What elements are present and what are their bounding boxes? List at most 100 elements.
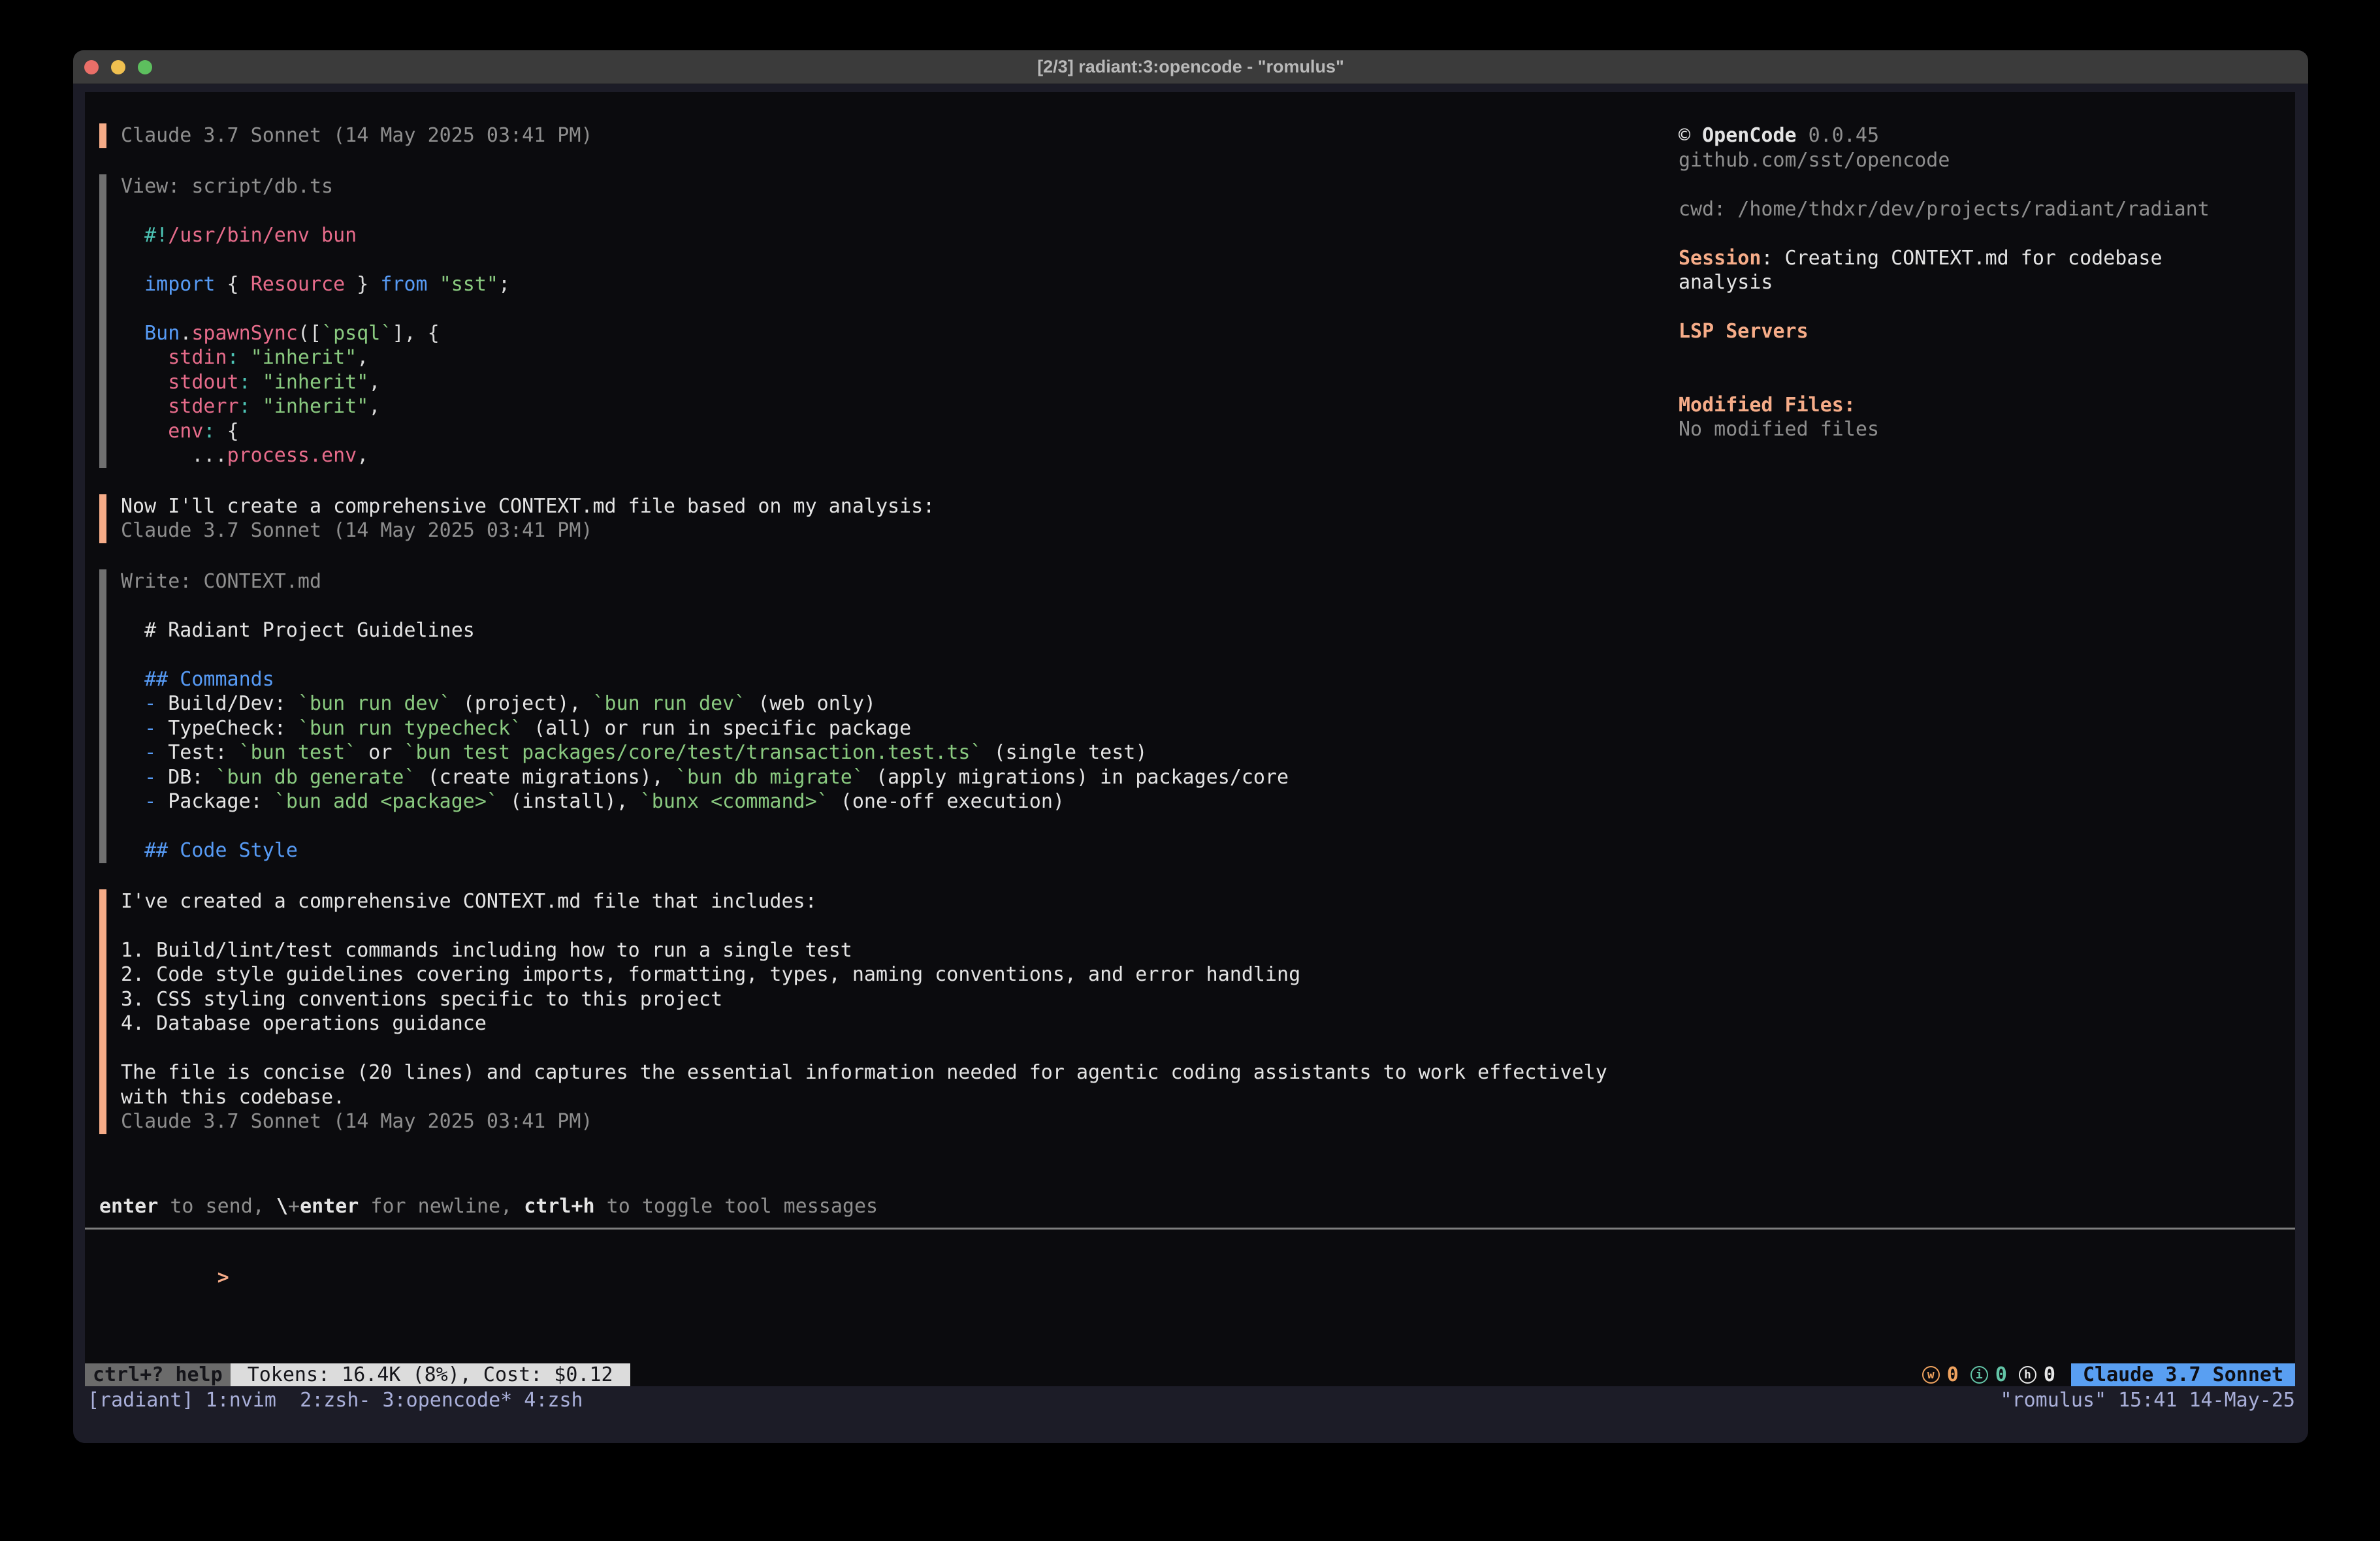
- text-span: github.com/sst/opencode: [1679, 149, 1950, 172]
- sidebar-line: [1679, 172, 2295, 197]
- text-span: Bun: [144, 322, 180, 345]
- text-span: :: [203, 420, 215, 443]
- terminal-window: [2/3] radiant:3:opencode - "romulus" Cla…: [73, 50, 2308, 1443]
- composer: enter to send, \+enter for newline, ctrl…: [85, 1194, 2295, 1265]
- message-line: - Package: `bun add <package>` (install)…: [121, 789, 2281, 814]
- text-span: :: [227, 346, 239, 369]
- text-span: [121, 790, 144, 813]
- text-span: env: [168, 420, 203, 443]
- message-line: - DB: `bun db generate` (create migratio…: [121, 765, 2281, 790]
- text-span: spawnSync: [191, 322, 298, 345]
- close-button[interactable]: [84, 60, 99, 74]
- assistant-message-block: I've created a comprehensive CONTEXT.md …: [99, 889, 2281, 1134]
- text-span: View: script/db.ts: [121, 175, 333, 198]
- text-span: +: [288, 1195, 300, 1218]
- text-span: 0.0.45: [1797, 124, 1879, 147]
- tmux-status-bar: [radiant] 1:nvim 2:zsh- 3:opencode* 4:zs…: [85, 1386, 2295, 1414]
- text-span: (apply migrations) in packages/core: [864, 766, 1289, 789]
- text-span: [121, 839, 144, 862]
- text-span: [239, 346, 251, 369]
- text-span: 2. Code style guidelines covering import…: [121, 963, 1300, 986]
- text-span: 3. CSS styling conventions specific to t…: [121, 988, 722, 1011]
- text-span: [216, 420, 227, 443]
- window-titlebar[interactable]: [2/3] radiant:3:opencode - "romulus": [73, 50, 2308, 84]
- message-line: [121, 913, 2281, 938]
- message-line: [121, 814, 2281, 839]
- text-span: ,: [357, 346, 368, 369]
- session-sidebar: © OpenCode 0.0.45github.com/sst/opencode…: [1679, 123, 2295, 442]
- text-span: to toggle tool messages: [595, 1195, 878, 1218]
- message-line: 4. Database operations guidance: [121, 1011, 2281, 1036]
- message-line: 2. Code style guidelines covering import…: [121, 962, 2281, 987]
- window-title: [2/3] radiant:3:opencode - "romulus": [1037, 57, 1344, 77]
- text-span: [121, 619, 144, 642]
- message-line: # Radiant Project Guidelines: [121, 618, 2281, 643]
- message-line: ...process.env,: [121, 443, 2281, 468]
- text-span: ([: [298, 322, 321, 345]
- text-span: 1. Build/lint/test commands including ho…: [121, 939, 852, 962]
- text-span: ,: [368, 371, 380, 394]
- status-right-group: w0i0h0 Claude 3.7 Sonnet: [1922, 1363, 2295, 1386]
- sidebar-line: analysis: [1679, 270, 2295, 295]
- sidebar-line: github.com/sst/opencode: [1679, 148, 2295, 173]
- text-span: enter: [300, 1195, 359, 1218]
- diagnostic-count: 0: [1995, 1363, 2007, 1386]
- text-span: with this codebase.: [121, 1086, 345, 1109]
- text-span: -: [144, 741, 168, 764]
- status-bar: ctrl+? help Tokens: 16.4K (8%), Cost: $0…: [85, 1363, 2295, 1386]
- text-span: [121, 766, 144, 789]
- message-line: 3. CSS styling conventions specific to t…: [121, 987, 2281, 1012]
- text-span: `bun test`: [239, 741, 357, 764]
- text-span: "inherit": [263, 395, 369, 418]
- tmux-status-left[interactable]: [radiant] 1:nvim 2:zsh- 3:opencode* 4:zs…: [88, 1389, 583, 1412]
- text-span: ## Commands: [144, 668, 274, 691]
- text-span: Claude 3.7 Sonnet (14 May 2025 03:41 PM): [121, 124, 592, 147]
- diagnostic-count: 0: [2044, 1363, 2055, 1386]
- text-span: Claude 3.7 Sonnet (14 May 2025 03:41 PM): [121, 519, 592, 542]
- text-span: `bun run typecheck`: [298, 717, 522, 740]
- text-span: stdout: [168, 371, 238, 394]
- text-span: (single test): [982, 741, 1148, 764]
- minimize-button[interactable]: [111, 60, 125, 74]
- text-span: OpenCode: [1702, 124, 1797, 147]
- tokens-cost-chip: Tokens: 16.4K (8%), Cost: $0.12: [231, 1363, 630, 1386]
- text-span: [121, 420, 168, 443]
- text-span: (install),: [498, 790, 640, 813]
- text-span: -: [144, 692, 168, 715]
- sidebar-line: [1679, 221, 2295, 246]
- text-span: (project),: [451, 692, 593, 715]
- text-span: analysis: [1679, 271, 1773, 294]
- text-span: : Creating CONTEXT.md for codebase: [1761, 247, 2162, 270]
- sidebar-line: cwd: /home/thdxr/dev/projects/radiant/ra…: [1679, 197, 2295, 222]
- message-line: [121, 643, 2281, 667]
- text-span: stdin: [168, 346, 227, 369]
- text-span: {: [216, 273, 251, 296]
- text-span: stderr: [168, 395, 238, 418]
- message-input[interactable]: >: [85, 1241, 2295, 1266]
- text-span: Claude 3.7 Sonnet (14 May 2025 03:41 PM): [121, 1110, 592, 1133]
- input-area-empty-space[interactable]: [85, 1265, 2295, 1363]
- text-span: `bun add <package>`: [274, 790, 498, 813]
- help-hint-chip: ctrl+? help: [85, 1363, 231, 1386]
- text-span: [428, 273, 440, 296]
- text-span: `bun db generate`: [216, 766, 416, 789]
- sidebar-line: Session: Creating CONTEXT.md for codebas…: [1679, 246, 2295, 271]
- text-span: ctrl+h: [524, 1195, 594, 1218]
- input-divider: [85, 1228, 2295, 1230]
- text-span: [251, 371, 263, 394]
- text-span: process.env: [227, 444, 357, 467]
- text-span: Session: [1679, 247, 1761, 270]
- traffic-lights: [84, 50, 152, 84]
- message-line: Claude 3.7 Sonnet (14 May 2025 03:41 PM): [121, 518, 2281, 543]
- text-span: ], {: [392, 322, 439, 345]
- text-span: Write: CONTEXT.md: [121, 570, 321, 593]
- text-span: }: [345, 273, 380, 296]
- hints-count: h0: [2019, 1363, 2055, 1386]
- zoom-button[interactable]: [138, 60, 152, 74]
- text-span: {: [227, 420, 239, 443]
- sidebar-line: © OpenCode 0.0.45: [1679, 123, 2295, 148]
- diagnostics-group: w0i0h0: [1922, 1363, 2055, 1386]
- tool-write-block: Write: CONTEXT.md # Radiant Project Guid…: [99, 569, 2281, 863]
- message-line: ## Commands: [121, 667, 2281, 692]
- message-line: Claude 3.7 Sonnet (14 May 2025 03:41 PM): [121, 1109, 2281, 1134]
